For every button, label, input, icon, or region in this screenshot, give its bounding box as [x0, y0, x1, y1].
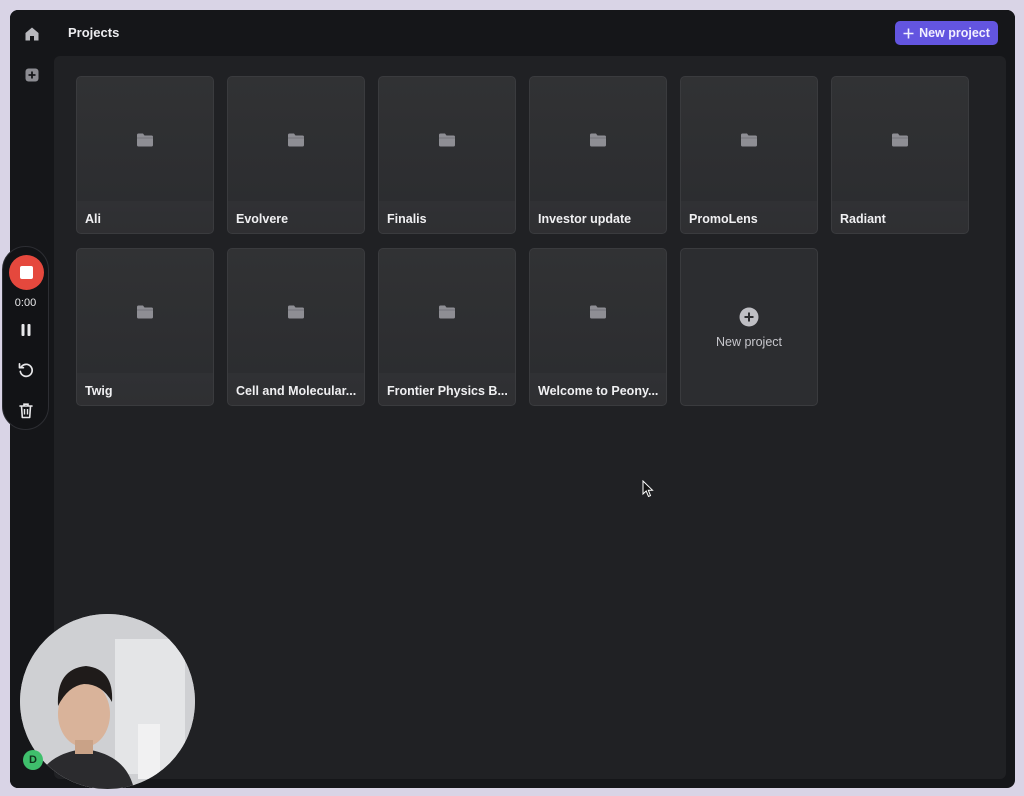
project-name: Evolvere: [236, 212, 289, 226]
project-name: PromoLens: [689, 212, 758, 226]
project-card[interactable]: Twig: [76, 248, 214, 406]
project-name: Twig: [85, 384, 113, 398]
new-project-button-label: New project: [919, 26, 990, 40]
mouse-cursor-icon: [642, 480, 654, 498]
home-icon[interactable]: [22, 24, 42, 44]
stop-recording-button[interactable]: [9, 255, 44, 290]
webcam-person-image: [20, 614, 195, 789]
folder-icon: [137, 133, 153, 147]
stop-icon: [20, 266, 33, 279]
add-square-icon[interactable]: [22, 65, 42, 85]
new-project-button[interactable]: New project: [895, 21, 998, 45]
restart-icon[interactable]: [17, 361, 35, 379]
webcam-preview[interactable]: [20, 614, 195, 789]
project-card[interactable]: Welcome to Peony...: [529, 248, 667, 406]
plus-icon: [903, 28, 914, 38]
project-name: Finalis: [387, 212, 427, 226]
folder-icon: [590, 133, 606, 147]
project-name: Cell and Molecular...: [236, 384, 357, 398]
folder-icon: [892, 133, 908, 147]
project-card[interactable]: Finalis: [378, 76, 516, 234]
project-card[interactable]: Frontier Physics B...: [378, 248, 516, 406]
plus-circle-icon: [739, 307, 759, 327]
pause-icon[interactable]: [17, 321, 35, 339]
project-card[interactable]: Radiant: [831, 76, 969, 234]
project-card[interactable]: Cell and Molecular...: [227, 248, 365, 406]
recording-controls: 0:00: [2, 246, 49, 430]
project-name: Investor update: [538, 212, 632, 226]
project-name: Welcome to Peony...: [538, 384, 659, 398]
new-project-card[interactable]: New project: [680, 248, 818, 406]
trash-icon[interactable]: [17, 401, 35, 419]
folder-icon: [439, 133, 455, 147]
recording-timer: 0:00: [14, 297, 37, 309]
folder-icon: [590, 305, 606, 319]
folder-icon: [288, 305, 304, 319]
project-name: Ali: [85, 212, 101, 226]
folder-icon: [137, 305, 153, 319]
projects-grid: Ali Evolvere Finalis Investor update Pro…: [54, 56, 1006, 779]
folder-icon: [439, 305, 455, 319]
project-card[interactable]: Evolvere: [227, 76, 365, 234]
project-card[interactable]: PromoLens: [680, 76, 818, 234]
top-bar: Projects New project: [54, 10, 1015, 56]
project-name: Radiant: [840, 212, 886, 226]
project-card[interactable]: Investor update: [529, 76, 667, 234]
project-card[interactable]: Ali: [76, 76, 214, 234]
user-avatar[interactable]: D: [23, 750, 43, 770]
page-title: Projects: [68, 25, 120, 40]
new-project-card-label: New project: [716, 335, 782, 349]
project-name: Frontier Physics B...: [387, 384, 508, 398]
folder-icon: [288, 133, 304, 147]
folder-icon: [741, 133, 757, 147]
